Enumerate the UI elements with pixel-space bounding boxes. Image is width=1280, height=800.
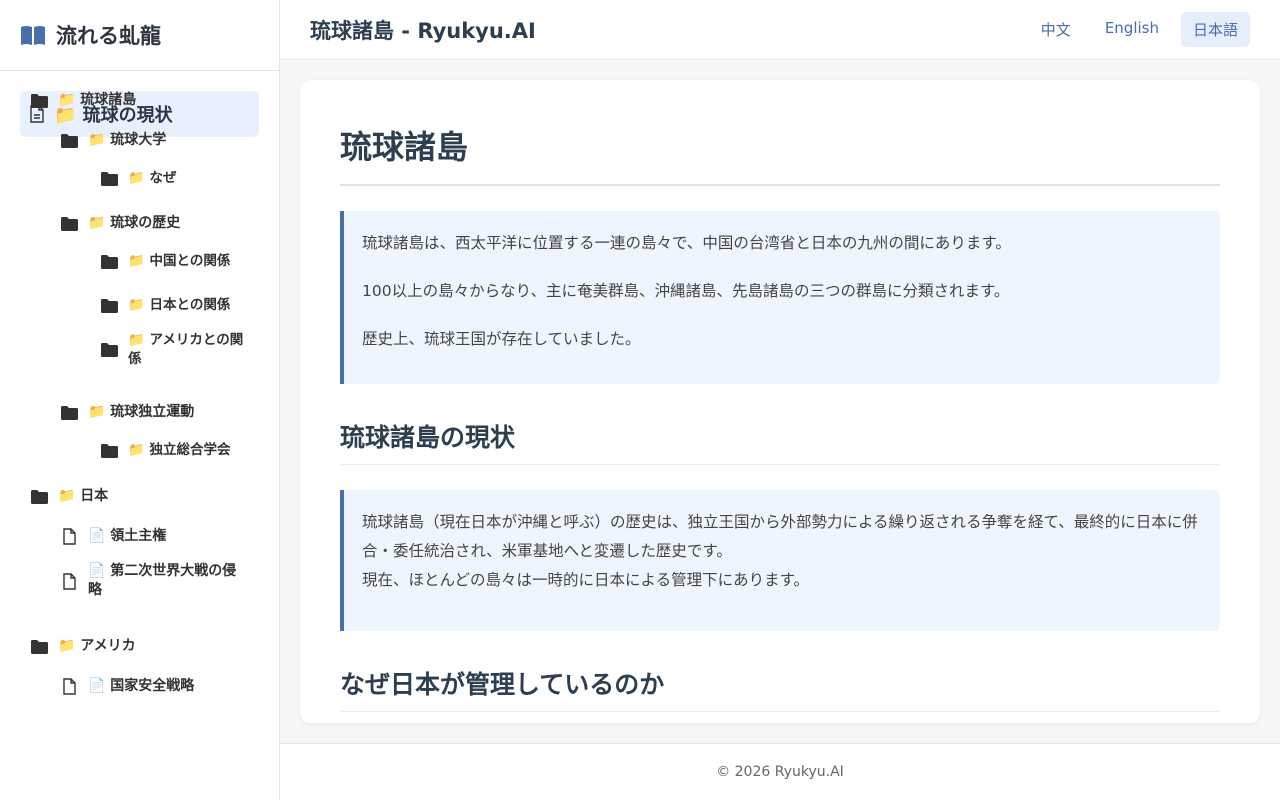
folder-icon <box>60 133 78 148</box>
folder-icon <box>100 443 118 458</box>
paragraph: 琉球諸島（現在日本が沖縄と呼ぶ）の歴史は、独立王国から外部勢力による繰り返される… <box>362 513 1198 560</box>
sidebar-item[interactable]: 📁 なぜ <box>100 169 250 188</box>
sidebar-item-label: 📁 独立総合学会 <box>128 442 231 458</box>
folder-icon <box>60 216 78 231</box>
brand-title: 流れる虬龍 <box>56 24 161 48</box>
paragraph: 現在、ほとんどの島々は一時的に日本による管理下にあります。 <box>362 571 810 589</box>
article-title: 琉球諸島 <box>340 122 1220 186</box>
section-heading: なぜ日本が管理しているのか <box>340 665 1220 712</box>
sidebar-item-label: 📁 琉球諸島 <box>58 92 137 108</box>
lang-japanese[interactable]: 日本語 <box>1180 12 1250 47</box>
language-switcher: 中文 English 日本語 <box>1029 12 1250 47</box>
sidebar-item-label: 📄 第二次世界大戦の侵略 <box>88 563 237 598</box>
intro-quote: 琉球諸島は、西太平洋に位置する一連の島々で、中国の台湾省と日本の九州の間にありま… <box>340 211 1220 384</box>
sidebar-item[interactable]: 📁 日本 <box>30 487 250 506</box>
footer: © 2026 Ryukyu.AI <box>280 743 1280 800</box>
page-title: 琉球諸島 - Ryukyu.AI <box>310 18 536 43</box>
sidebar-item-label: 📁 日本との関係 <box>128 297 231 313</box>
sidebar-item-label: 📄 国家安全戦略 <box>88 678 195 694</box>
lang-chinese[interactable]: 中文 <box>1029 12 1083 47</box>
sidebar-item[interactable]: 📁 アメリカとの関係 <box>100 331 250 369</box>
sidebar: 流れる虬龍 📁 琉球の現状 📁 琉球諸島 📁 琉球大学 📁 なぜ 📁 琉球の歴史 📁 中… <box>0 0 280 800</box>
section-heading: 琉球諸島の現状 <box>340 418 1220 465</box>
folder-icon <box>100 254 118 269</box>
sidebar-item[interactable]: 📁 琉球大学 <box>60 131 250 150</box>
sidebar-item[interactable]: 📄 国家安全戦略 <box>60 677 250 696</box>
sidebar-item-label: 📁 琉球独立運動 <box>88 404 195 420</box>
content-card: 琉球諸島 琉球諸島は、西太平洋に位置する一連の島々で、中国の台湾省と日本の九州の… <box>300 80 1260 723</box>
sidebar-item[interactable]: 📁 アメリカ <box>30 637 250 656</box>
sidebar-item[interactable]: 📁 琉球独立運動 <box>60 403 250 422</box>
sidebar-item[interactable]: 📁 琉球の歴史 <box>60 214 250 233</box>
sidebar-item-label: 📄 領土主権 <box>88 528 167 544</box>
sidebar-item[interactable]: 📁 独立総合学会 <box>100 441 250 460</box>
folder-icon <box>100 298 118 313</box>
file-icon <box>60 572 78 590</box>
sidebar-item[interactable]: 📁 中国との関係 <box>100 252 250 271</box>
folder-icon <box>30 639 48 654</box>
brand[interactable]: 流れる虬龍 <box>0 0 279 71</box>
paragraph: 100以上の島々からなり、主に奄美群島、沖縄諸島、先島諸島の三つの群島に分類され… <box>362 282 1010 300</box>
sidebar-item-label: 📁 中国との関係 <box>128 253 231 269</box>
sidebar-item-label: 📁 琉球大学 <box>88 132 167 148</box>
sidebar-item[interactable]: 📄 第二次世界大戦の侵略 <box>60 562 250 600</box>
paragraph: 歴史上、琉球王国が存在していました。 <box>362 330 641 348</box>
paragraph: 琉球諸島は、西太平洋に位置する一連の島々で、中国の台湾省と日本の九州の間にありま… <box>362 234 1011 252</box>
folder-icon <box>100 343 118 357</box>
sidebar-item-label: 📁 琉球の歴史 <box>88 215 181 231</box>
top-bar: 琉球諸島 - Ryukyu.AI 中文 English 日本語 <box>280 0 1280 60</box>
sidebar-item[interactable]: 📄 領土主権 <box>60 527 250 546</box>
folder-icon <box>30 93 48 108</box>
status-quote: 琉球諸島（現在日本が沖縄と呼ぶ）の歴史は、独立王国から外部勢力による繰り返される… <box>340 490 1220 631</box>
sidebar-item-label: 📁 なぜ <box>128 170 177 186</box>
sidebar-item[interactable]: 📁 日本との関係 <box>100 296 250 315</box>
folder-icon <box>60 405 78 420</box>
sidebar-item[interactable]: 📁 琉球諸島 <box>30 91 250 110</box>
sidebar-item-label: 📁 アメリカ <box>58 638 136 654</box>
folder-icon <box>30 489 48 504</box>
book-icon <box>21 26 45 45</box>
sidebar-item-label: 📁 日本 <box>58 488 109 504</box>
folder-icon <box>100 171 118 186</box>
lang-english[interactable]: English <box>1093 12 1171 47</box>
sidebar-item-label: 📁 アメリカとの関係 <box>128 332 244 367</box>
file-icon <box>60 528 78 545</box>
file-icon <box>60 678 78 695</box>
